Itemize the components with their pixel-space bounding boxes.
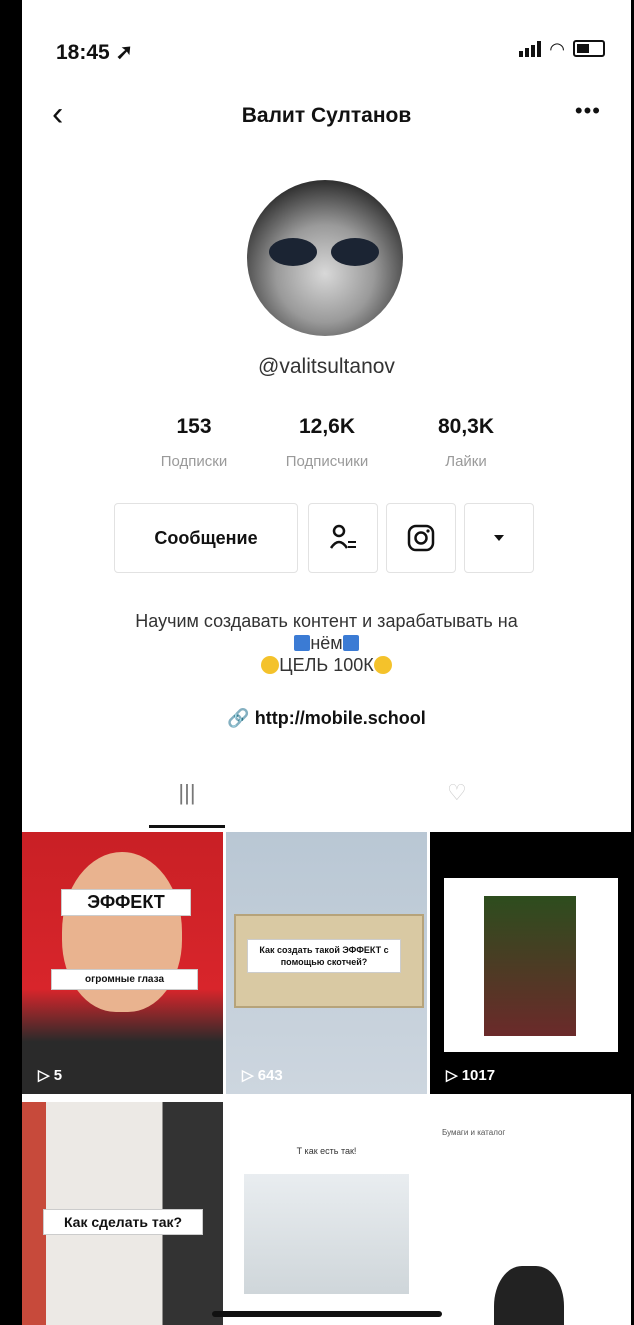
stat-value: 153 xyxy=(176,415,212,438)
video-overlay-subtitle: огромные глаза xyxy=(52,970,197,989)
down-arrow-emoji-icon xyxy=(294,635,311,651)
status-icons: ◠ xyxy=(519,38,605,59)
profile-bio: Научим создавать контент и зарабатывать … xyxy=(22,610,631,676)
video-overlay-title: Как сделать так? xyxy=(44,1210,202,1234)
instagram-icon xyxy=(407,524,435,552)
more-options-icon[interactable]: ••• xyxy=(575,98,601,124)
caret-down-icon xyxy=(494,535,504,541)
bio-goal: ЦЕЛЬ 100К xyxy=(279,655,374,675)
profile-header: ‹ Валит Султанов ••• xyxy=(22,92,631,142)
video-overlay-title: ЭФФЕКТ xyxy=(62,890,190,915)
link-icon: 🔗 xyxy=(227,708,250,728)
video-grid: ЭФФЕКТ огромные глаза ▷ 5 Как создать та… xyxy=(22,832,631,1325)
stat-followers[interactable]: 12,6K Подписчики xyxy=(257,415,397,470)
tab-liked[interactable]: ♡ xyxy=(447,780,467,806)
view-count: ▷ 5 xyxy=(38,1067,63,1084)
link-text: http://mobile.school xyxy=(254,708,426,728)
instagram-button[interactable] xyxy=(386,503,456,573)
photo-art xyxy=(484,896,576,1036)
grid-icon: ||| xyxy=(178,780,196,805)
username-handle: @valitsultanov xyxy=(258,355,395,378)
sunglasses-emoji-icon xyxy=(373,656,392,674)
bio-word: нём xyxy=(310,633,343,653)
stat-following[interactable]: 153 Подписки xyxy=(124,415,264,470)
photo-frame-art xyxy=(444,878,618,1052)
video-thumbnail[interactable]: Как создать такой ЭФФЕКТ с помощью скотч… xyxy=(226,832,427,1094)
bio-line: нём xyxy=(22,632,631,654)
tab-videos[interactable]: ||| xyxy=(149,770,225,828)
more-dropdown-button[interactable] xyxy=(464,503,534,573)
profile-link[interactable]: 🔗 http://mobile.school xyxy=(22,708,631,729)
photo-art xyxy=(244,1174,409,1294)
down-arrow-emoji-icon xyxy=(342,635,359,651)
video-overlay-title: Как создать такой ЭФФЕКТ с помощью скотч… xyxy=(248,940,400,972)
penguin-art xyxy=(494,1266,564,1325)
video-thumbnail[interactable]: Бумаги и каталог xyxy=(430,1102,631,1325)
video-thumbnail[interactable]: Как сделать так? xyxy=(22,1102,223,1325)
page-title: Валит Султанов xyxy=(241,104,412,127)
view-count-value: 1017 xyxy=(461,1067,496,1084)
add-friend-icon xyxy=(329,524,356,549)
stat-value: 12,6K xyxy=(298,415,356,438)
view-count: ▷ 1017 xyxy=(446,1067,496,1084)
avatar[interactable] xyxy=(247,180,403,336)
status-time: 18:45 ➚ xyxy=(56,41,134,64)
battery-icon xyxy=(573,40,605,57)
content-tabs: ||| ♡ xyxy=(22,770,631,832)
stat-value: 80,3K xyxy=(437,415,495,438)
stat-label: Подписки xyxy=(160,453,228,470)
status-bar: 18:45 ➚ ◠ xyxy=(22,0,631,92)
bio-line: Научим создавать контент и зарабатывать … xyxy=(135,611,518,631)
stat-label: Подписчики xyxy=(285,453,369,470)
view-count-value: 5 xyxy=(53,1067,63,1084)
phone-screen: 18:45 ➚ ◠ ‹ Валит Султанов ••• @valitsul… xyxy=(22,0,631,1325)
video-overlay-title: Бумаги и каталог xyxy=(442,1128,506,1137)
liked-heart-icon: ♡ xyxy=(447,780,467,805)
sunglasses-art xyxy=(269,238,381,268)
video-thumbnail[interactable]: ▷ 1017 xyxy=(430,832,631,1094)
video-thumbnail[interactable]: ЭФФЕКТ огромные глаза ▷ 5 xyxy=(22,832,223,1094)
video-overlay-title: Т как есть так! xyxy=(296,1146,357,1156)
signal-icon xyxy=(519,40,542,57)
video-thumbnail[interactable]: Т как есть так! xyxy=(226,1102,427,1325)
view-count-value: 643 xyxy=(257,1067,283,1084)
stat-likes[interactable]: 80,3K Лайки xyxy=(396,415,536,470)
view-count: ▷ 643 xyxy=(242,1067,283,1084)
message-button[interactable]: Сообщение xyxy=(114,503,298,573)
add-friend-button[interactable] xyxy=(308,503,378,573)
sunglasses-emoji-icon xyxy=(261,656,280,674)
bio-line: ЦЕЛЬ 100К xyxy=(22,654,631,676)
stat-label: Лайки xyxy=(445,453,487,470)
home-indicator xyxy=(212,1311,442,1317)
wifi-icon: ◠ xyxy=(549,38,565,59)
